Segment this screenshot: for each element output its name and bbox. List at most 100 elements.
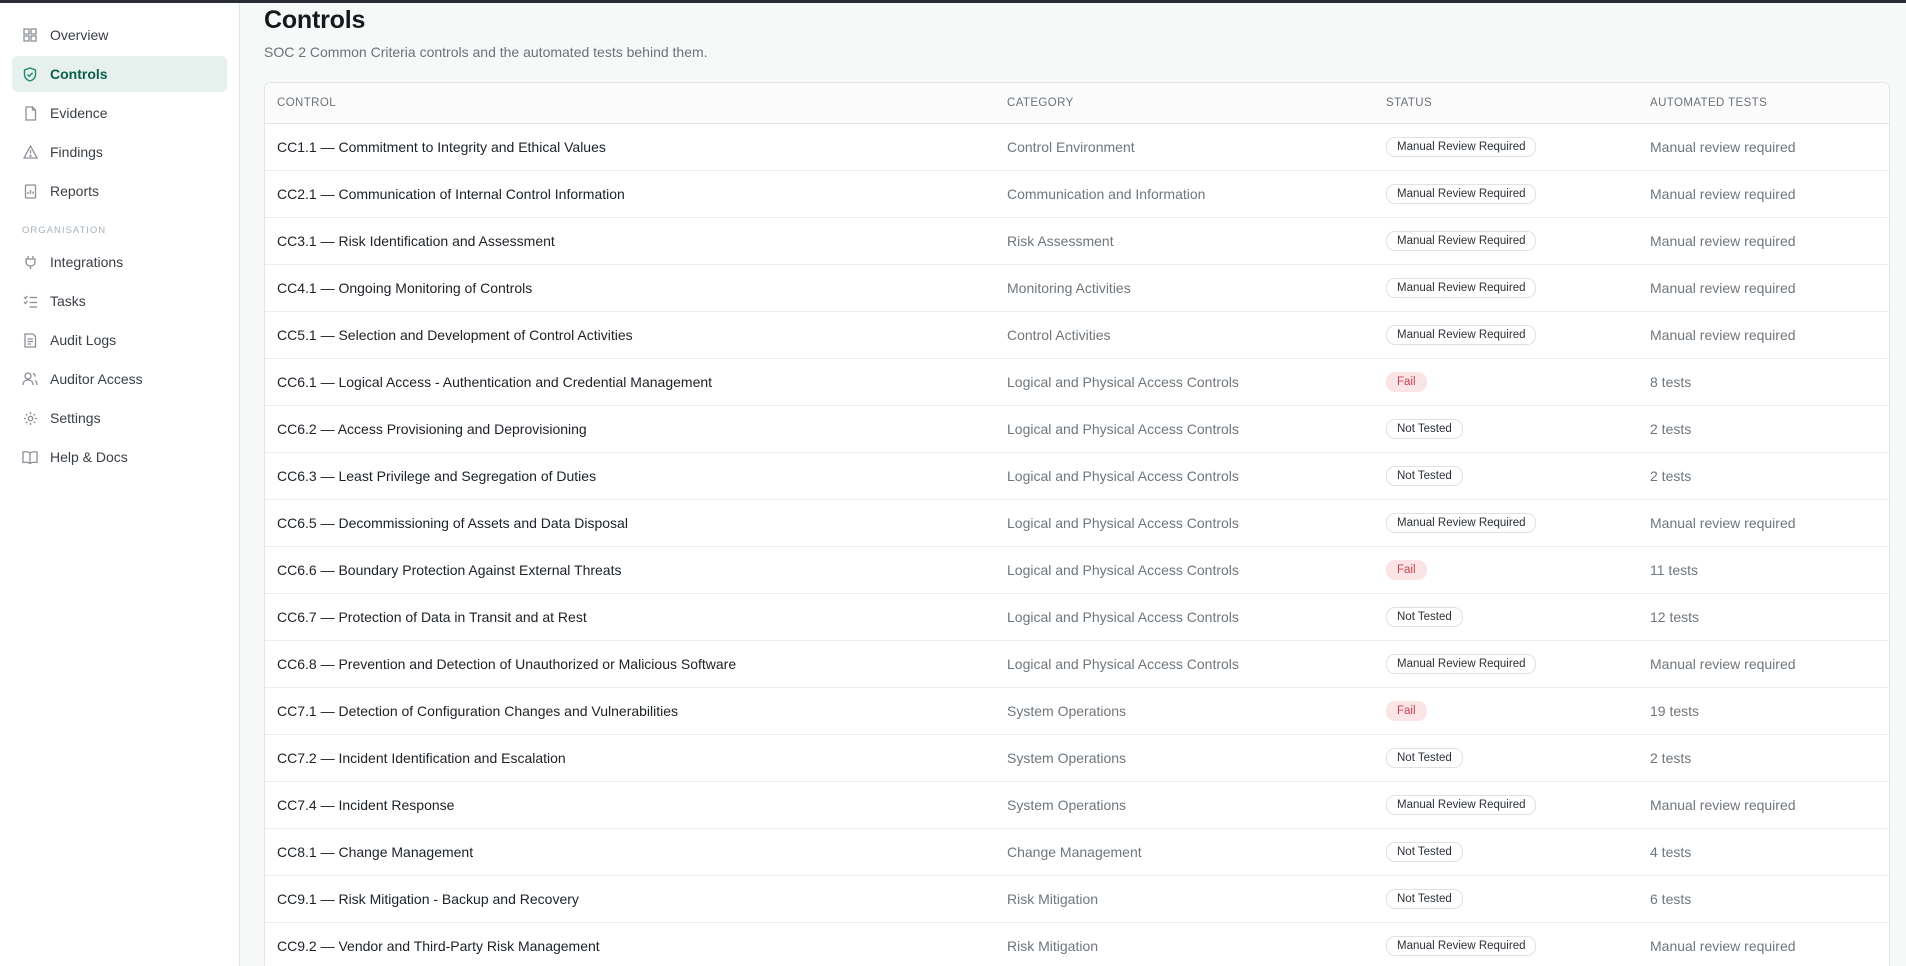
status-badge: Not Tested — [1386, 465, 1463, 486]
table-row[interactable]: CC9.2 — Vendor and Third-Party Risk Mana… — [265, 922, 1889, 966]
control-name[interactable]: CC2.1 — Communication of Internal Contro… — [265, 170, 995, 218]
sidebar-item-reports[interactable]: Reports — [12, 173, 227, 209]
status-cell: Manual Review Required — [1374, 499, 1638, 547]
status-cell: Manual Review Required — [1374, 922, 1638, 966]
control-category: Risk Mitigation — [995, 875, 1374, 923]
automated-tests: 11 tests — [1638, 546, 1889, 594]
shield-check-icon — [22, 66, 38, 82]
control-name[interactable]: CC9.1 — Risk Mitigation - Backup and Rec… — [265, 875, 995, 923]
column-header-category[interactable]: CATEGORY — [995, 83, 1374, 124]
report-icon — [22, 183, 38, 199]
table-header-row: CONTROL CATEGORY STATUS AUTOMATED TESTS — [265, 83, 1889, 124]
table-row[interactable]: CC6.1 — Logical Access - Authentication … — [265, 358, 1889, 406]
control-category: System Operations — [995, 734, 1374, 782]
status-cell: Not Tested — [1374, 405, 1638, 453]
sidebar-item-help-docs[interactable]: Help & Docs — [12, 439, 227, 475]
sidebar-item-auditor-access[interactable]: Auditor Access — [12, 361, 227, 397]
sidebar-item-settings[interactable]: Settings — [12, 400, 227, 436]
control-name[interactable]: CC7.2 — Incident Identification and Esca… — [265, 734, 995, 782]
sidebar-item-integrations[interactable]: Integrations — [12, 244, 227, 280]
control-category: Logical and Physical Access Controls — [995, 640, 1374, 688]
org-nav: Integrations Tasks Audit Logs Auditor Ac… — [0, 244, 239, 475]
table-row[interactable]: CC6.6 — Boundary Protection Against Exte… — [265, 546, 1889, 594]
table-row[interactable]: CC3.1 — Risk Identification and Assessme… — [265, 217, 1889, 265]
table-row[interactable]: CC7.2 — Incident Identification and Esca… — [265, 734, 1889, 782]
status-cell: Not Tested — [1374, 875, 1638, 923]
table-row[interactable]: CC5.1 — Selection and Development of Con… — [265, 311, 1889, 359]
sidebar-item-label: Audit Logs — [50, 332, 117, 348]
sidebar-item-audit-logs[interactable]: Audit Logs — [12, 322, 227, 358]
control-name[interactable]: CC6.7 — Protection of Data in Transit an… — [265, 593, 995, 641]
automated-tests: 6 tests — [1638, 875, 1889, 923]
control-name[interactable]: CC6.6 — Boundary Protection Against Exte… — [265, 546, 995, 594]
control-category: Risk Assessment — [995, 217, 1374, 265]
control-category: Logical and Physical Access Controls — [995, 546, 1374, 594]
status-badge: Manual Review Required — [1386, 136, 1537, 157]
status-badge: Manual Review Required — [1386, 512, 1537, 533]
control-name[interactable]: CC6.8 — Prevention and Detection of Unau… — [265, 640, 995, 688]
table-row[interactable]: CC9.1 — Risk Mitigation - Backup and Rec… — [265, 875, 1889, 923]
table-row[interactable]: CC7.1 — Detection of Configuration Chang… — [265, 687, 1889, 735]
plug-icon — [22, 254, 38, 270]
status-badge: Fail — [1386, 700, 1427, 721]
control-category: System Operations — [995, 781, 1374, 829]
primary-nav: Overview Controls Evidence Findings Repo… — [0, 17, 239, 209]
sidebar-item-evidence[interactable]: Evidence — [12, 95, 227, 131]
automated-tests: Manual review required — [1638, 170, 1889, 218]
page-title: Controls — [264, 6, 366, 34]
control-name[interactable]: CC3.1 — Risk Identification and Assessme… — [265, 217, 995, 265]
column-header-control[interactable]: CONTROL — [265, 83, 995, 124]
sidebar-item-label: Integrations — [50, 254, 124, 270]
column-header-automated-tests[interactable]: AUTOMATED TESTS — [1638, 83, 1889, 124]
status-badge: Fail — [1386, 559, 1427, 580]
sidebar-item-overview[interactable]: Overview — [12, 17, 227, 53]
table-row[interactable]: CC6.2 — Access Provisioning and Deprovis… — [265, 405, 1889, 453]
control-name[interactable]: CC5.1 — Selection and Development of Con… — [265, 311, 995, 359]
control-category: Control Activities — [995, 311, 1374, 359]
sidebar-item-findings[interactable]: Findings — [12, 134, 227, 170]
table-row[interactable]: CC2.1 — Communication of Internal Contro… — [265, 170, 1889, 218]
status-cell: Manual Review Required — [1374, 311, 1638, 359]
automated-tests: 8 tests — [1638, 358, 1889, 406]
table-row[interactable]: CC6.5 — Decommissioning of Assets and Da… — [265, 499, 1889, 547]
gear-icon — [22, 410, 38, 426]
file-icon — [22, 105, 38, 121]
status-badge: Not Tested — [1386, 747, 1463, 768]
control-name[interactable]: CC7.4 — Incident Response — [265, 781, 995, 829]
control-category: Logical and Physical Access Controls — [995, 499, 1374, 547]
table-row[interactable]: CC6.8 — Prevention and Detection of Unau… — [265, 640, 1889, 688]
table-row[interactable]: CC6.3 — Least Privilege and Segregation … — [265, 452, 1889, 500]
control-name[interactable]: CC7.1 — Detection of Configuration Chang… — [265, 687, 995, 735]
table-row[interactable]: CC4.1 — Ongoing Monitoring of Controls Mo… — [265, 264, 1889, 312]
control-name[interactable]: CC4.1 — Ongoing Monitoring of Controls — [265, 264, 995, 312]
sidebar-section-label: ORGANISATION — [22, 225, 107, 236]
automated-tests: 2 tests — [1638, 452, 1889, 500]
control-name[interactable]: CC1.1 — Commitment to Integrity and Ethi… — [265, 123, 995, 171]
sidebar-item-label: Tasks — [50, 293, 86, 309]
status-cell: Not Tested — [1374, 593, 1638, 641]
table-row[interactable]: CC7.4 — Incident Response System Operatio… — [265, 781, 1889, 829]
automated-tests: Manual review required — [1638, 640, 1889, 688]
status-badge: Manual Review Required — [1386, 794, 1537, 815]
control-name[interactable]: CC6.3 — Least Privilege and Segregation … — [265, 452, 995, 500]
control-name[interactable]: CC9.2 — Vendor and Third-Party Risk Mana… — [265, 922, 995, 966]
automated-tests: 19 tests — [1638, 687, 1889, 735]
status-cell: Fail — [1374, 546, 1638, 594]
control-category: Risk Mitigation — [995, 922, 1374, 966]
control-name[interactable]: CC8.1 — Change Management — [265, 828, 995, 876]
sidebar-item-tasks[interactable]: Tasks — [12, 283, 227, 319]
control-category: System Operations — [995, 687, 1374, 735]
control-category: Change Management — [995, 828, 1374, 876]
control-name[interactable]: CC6.5 — Decommissioning of Assets and Da… — [265, 499, 995, 547]
control-name[interactable]: CC6.1 — Logical Access - Authentication … — [265, 358, 995, 406]
control-name[interactable]: CC6.2 — Access Provisioning and Deprovis… — [265, 405, 995, 453]
control-category: Logical and Physical Access Controls — [995, 452, 1374, 500]
table-row[interactable]: CC6.7 — Protection of Data in Transit an… — [265, 593, 1889, 641]
automated-tests: Manual review required — [1638, 781, 1889, 829]
log-icon — [22, 332, 38, 348]
column-header-status[interactable]: STATUS — [1374, 83, 1638, 124]
table-row[interactable]: CC8.1 — Change Management Change Manageme… — [265, 828, 1889, 876]
sidebar-item-controls[interactable]: Controls — [12, 56, 227, 92]
table-row[interactable]: CC1.1 — Commitment to Integrity and Ethi… — [265, 123, 1889, 171]
sidebar-item-label: Help & Docs — [50, 449, 128, 465]
